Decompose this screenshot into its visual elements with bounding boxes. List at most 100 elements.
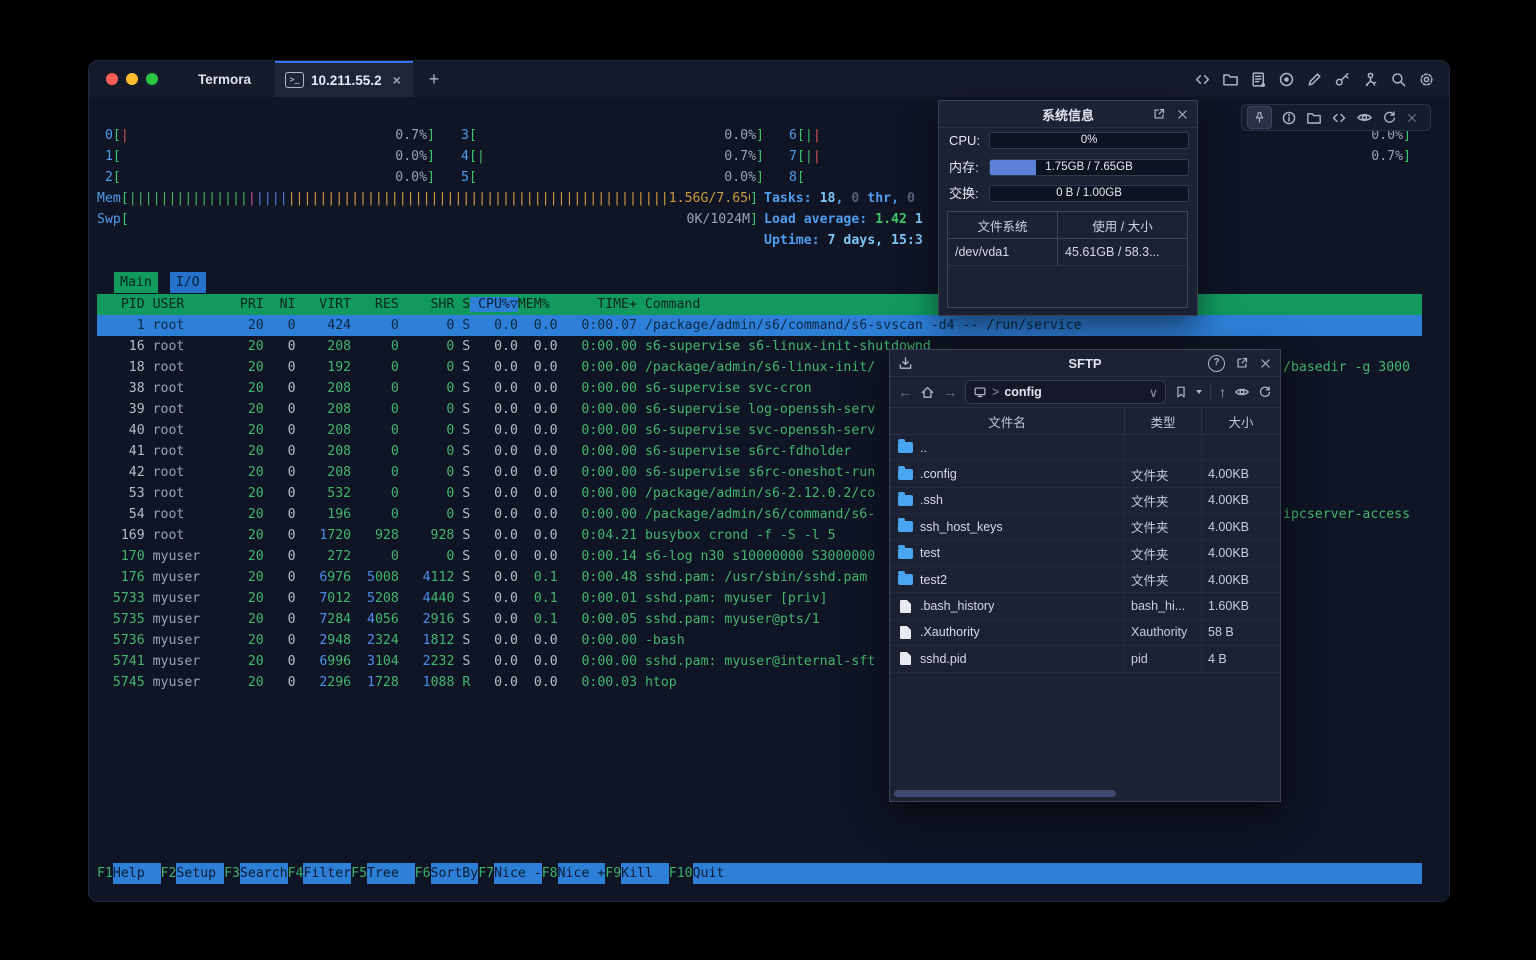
- fkey-label-quit[interactable]: Quit: [693, 863, 1422, 884]
- fkey-f2[interactable]: F2: [161, 863, 177, 884]
- toolbar-divider: [1210, 385, 1211, 399]
- htop-function-bar: F1Help F2Setup F3SearchF4FilterF5Tree F6…: [97, 863, 1422, 884]
- file-row[interactable]: test文件夹4.00KB: [890, 541, 1280, 567]
- swp-meter: Swp[0K/1024M]: [97, 209, 758, 230]
- cpu-meter-5: 5[0.0%]: [461, 167, 764, 188]
- htop-tab-main[interactable]: Main: [114, 272, 158, 293]
- tab-session-active[interactable]: >_ 10.211.55.2 ×: [275, 61, 413, 97]
- tasks-line: Tasks: 18, 0 thr, 0: [764, 188, 915, 209]
- close-window-button[interactable]: [106, 73, 118, 85]
- tab-close-icon[interactable]: ×: [393, 72, 401, 88]
- fkey-label-help[interactable]: Help: [113, 863, 161, 884]
- fkey-f5[interactable]: F5: [351, 863, 367, 884]
- refresh-icon[interactable]: [1382, 110, 1397, 125]
- fkey-label-tree[interactable]: Tree: [367, 863, 415, 884]
- file-row[interactable]: test2文件夹4.00KB: [890, 567, 1280, 593]
- filesystem-row[interactable]: /dev/vda145.61GB / 58.3...: [948, 239, 1187, 266]
- filesystem-table: 文件系统使用 / 大小/dev/vda145.61GB / 58.3...: [947, 211, 1188, 308]
- fs-col-name: 文件系统: [948, 212, 1058, 238]
- fkey-f9[interactable]: F9: [605, 863, 621, 884]
- chevron-down-icon[interactable]: ∨: [1149, 385, 1158, 400]
- folder-icon[interactable]: [1306, 110, 1322, 126]
- cpu-meter-4: 4[|0.7%]: [461, 146, 764, 167]
- close-icon[interactable]: [1259, 357, 1272, 370]
- upload-icon[interactable]: ↑: [1219, 384, 1226, 400]
- help-icon[interactable]: ?: [1208, 355, 1225, 372]
- command-tail-fragment: ipcserver-access: [1283, 504, 1410, 525]
- fkey-label-nice[interactable]: Nice +: [558, 863, 606, 884]
- termora-window: Termora >_ 10.211.55.2 × + 0[|0.7%] 1[0.…: [88, 60, 1450, 902]
- bookmark-icon[interactable]: [1174, 385, 1188, 399]
- zoom-window-button[interactable]: [146, 73, 158, 85]
- fkey-label-sortby[interactable]: SortBy: [431, 863, 479, 884]
- fkey-f1[interactable]: F1: [97, 863, 113, 884]
- uptime-line: Uptime: 7 days, 15:3: [764, 230, 923, 251]
- tab-home-label: Termora: [198, 72, 251, 87]
- file-col-0[interactable]: 文件名: [890, 408, 1125, 434]
- search-icon[interactable]: [1390, 71, 1407, 88]
- side-toolbar: [1241, 104, 1431, 131]
- forward-arrow-icon[interactable]: →: [943, 384, 957, 400]
- close-icon[interactable]: [1406, 112, 1418, 124]
- swap-value: 0 B / 1.00GB: [990, 186, 1188, 201]
- fkey-f4[interactable]: F4: [288, 863, 304, 884]
- refresh-icon[interactable]: [1258, 385, 1272, 399]
- process-table-header[interactable]: PID USER PRI NI VIRT RES SHR S CPU%▽MEM%…: [97, 294, 1422, 315]
- path-breadcrumb[interactable]: > config ∨: [965, 380, 1166, 404]
- file-icon: [900, 626, 911, 639]
- fkey-label-nice[interactable]: Nice -: [494, 863, 542, 884]
- tab-termora-home[interactable]: Termora: [181, 61, 261, 97]
- file-row[interactable]: .XauthorityXauthority58 B: [890, 620, 1280, 646]
- fkey-f3[interactable]: F3: [224, 863, 240, 884]
- titlebar: Termora >_ 10.211.55.2 × +: [89, 61, 1449, 97]
- fkey-label-setup[interactable]: Setup: [176, 863, 224, 884]
- back-arrow-icon[interactable]: ←: [898, 384, 912, 400]
- file-row[interactable]: ssh_host_keys文件夹4.00KB: [890, 514, 1280, 540]
- htop-tab-io[interactable]: I/O: [170, 272, 206, 293]
- file-table-header[interactable]: 文件名类型大小: [890, 408, 1280, 435]
- keychain-icon[interactable]: [1362, 71, 1379, 88]
- file-row[interactable]: .bash_historybash_hi...1.60KB: [890, 593, 1280, 619]
- folder-icon: [898, 521, 913, 532]
- fkey-f6[interactable]: F6: [415, 863, 431, 884]
- fkey-f8[interactable]: F8: [542, 863, 558, 884]
- download-icon[interactable]: [898, 356, 913, 371]
- file-col-2[interactable]: 大小: [1202, 408, 1280, 434]
- memory-progress-bar: 1.75GB / 7.65GB: [989, 159, 1189, 176]
- cpu-meter-3: 3[0.0%]: [461, 125, 764, 146]
- file-row[interactable]: .config文件夹4.00KB: [890, 461, 1280, 487]
- fkey-label-kill[interactable]: Kill: [621, 863, 669, 884]
- file-col-1[interactable]: 类型: [1125, 408, 1202, 434]
- edit-icon[interactable]: [1306, 71, 1323, 88]
- settings-icon[interactable]: [1418, 71, 1435, 88]
- close-icon[interactable]: [1176, 108, 1189, 121]
- new-tab-button[interactable]: +: [421, 66, 447, 92]
- folder-icon[interactable]: [1222, 71, 1239, 88]
- cpu-meter-2: 2[0.0%]: [97, 167, 435, 188]
- file-row[interactable]: sshd.pidpid4 B: [890, 646, 1280, 672]
- home-icon[interactable]: [920, 385, 935, 400]
- process-row[interactable]: 1 root 20 0 424 0 0 S 0.0 0.0 0:00.07 /p…: [97, 315, 1422, 336]
- file-table-body: ...config文件夹4.00KB.ssh文件夹4.00KBssh_host_…: [890, 435, 1280, 673]
- info-icon[interactable]: [1281, 110, 1297, 126]
- memory-label: 内存:: [949, 159, 979, 177]
- key-icon[interactable]: [1334, 71, 1351, 88]
- horizontal-scrollbar[interactable]: [894, 790, 1116, 797]
- bookmark-dropdown-icon[interactable]: [1196, 390, 1202, 394]
- eye-icon[interactable]: [1234, 384, 1250, 400]
- pin-icon[interactable]: [1247, 106, 1272, 129]
- record-icon[interactable]: [1278, 71, 1295, 88]
- open-in-window-icon[interactable]: [1235, 356, 1249, 370]
- code-icon[interactable]: [1331, 110, 1347, 126]
- fkey-label-search[interactable]: Search: [240, 863, 288, 884]
- log-icon[interactable]: [1250, 71, 1267, 88]
- file-row[interactable]: ..: [890, 435, 1280, 461]
- open-in-window-icon[interactable]: [1152, 107, 1166, 121]
- fkey-f10[interactable]: F10: [669, 863, 693, 884]
- code-icon[interactable]: [1194, 71, 1211, 88]
- file-row[interactable]: .ssh文件夹4.00KB: [890, 488, 1280, 514]
- fkey-f7[interactable]: F7: [478, 863, 494, 884]
- minimize-window-button[interactable]: [126, 73, 138, 85]
- gpu-icon[interactable]: [1356, 109, 1373, 126]
- fkey-label-filter[interactable]: Filter: [303, 863, 351, 884]
